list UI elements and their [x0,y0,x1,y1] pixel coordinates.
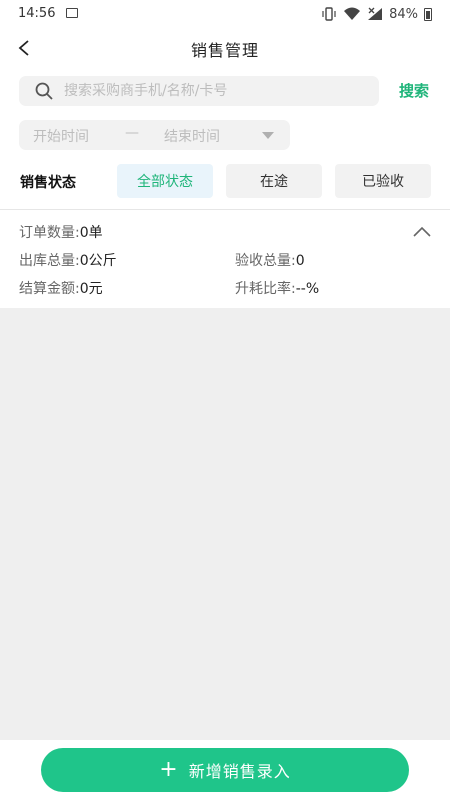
outbound-total-value: 0公斤 [79,253,117,269]
status-chip-accepted[interactable]: 已验收 [335,164,431,198]
status-bar: 14:56 84% [0,0,450,28]
loss-ratio-label: 升耗比率: [235,281,296,297]
order-count-value: 0单 [79,225,103,241]
end-date-field[interactable]: 结束时间 [164,126,220,146]
search-input[interactable] [64,76,364,106]
search-bar [19,76,379,106]
image-notification-icon [66,8,78,18]
header: 销售管理 [0,28,450,68]
top-panel: 14:56 84% 销售管理 搜索采购商手机/名称/卡号 搜索 开始时间 — 结… [0,0,450,308]
settlement-amount-label: 结算金额: [19,281,80,297]
start-date-field[interactable]: 开始时间 [33,126,89,146]
date-separator: — [125,125,139,141]
settlement-amount-value: 0元 [79,281,103,297]
outbound-total: 出库总量:0公斤 [19,250,117,270]
search-button[interactable]: 搜索 [399,80,429,101]
wifi-icon [344,7,361,20]
accepted-total-value: 0 [295,253,305,269]
sales-status-label: 销售状态 [20,175,76,191]
page-title: 销售管理 [190,41,259,60]
add-sales-entry-label: 新增销售录入 [188,762,291,781]
signal-icon [368,7,383,20]
status-time: 14:56 [18,6,56,21]
status-chip-in-transit[interactable]: 在途 [226,164,322,198]
status-chip-all[interactable]: 全部状态 [117,164,213,198]
loss-ratio-value: --% [295,281,320,297]
accepted-total-label: 验收总量: [235,253,296,269]
add-sales-entry-button[interactable]: + 新增销售录入 [41,748,409,792]
vibrate-icon [322,7,336,21]
outbound-total-label: 出库总量: [19,253,80,269]
loss-ratio: 升耗比率:--% [235,278,319,298]
caret-down-icon[interactable] [262,132,274,139]
battery-icon [424,7,432,21]
status-indicators: 84% [321,5,432,23]
search-icon [35,82,53,100]
date-range-picker[interactable]: 开始时间 — 结束时间 [19,120,290,150]
bottom-bar: + 新增销售录入 [0,740,450,800]
order-count-label: 订单数量: [19,225,80,241]
battery-percent: 84% [389,6,418,22]
order-count: 订单数量:0单 [19,222,103,242]
divider [0,209,450,210]
plus-icon: + [159,757,179,782]
accepted-total: 验收总量:0 [235,250,305,270]
settlement-amount: 结算金额:0元 [19,278,103,298]
chevron-up-icon[interactable] [412,224,432,238]
